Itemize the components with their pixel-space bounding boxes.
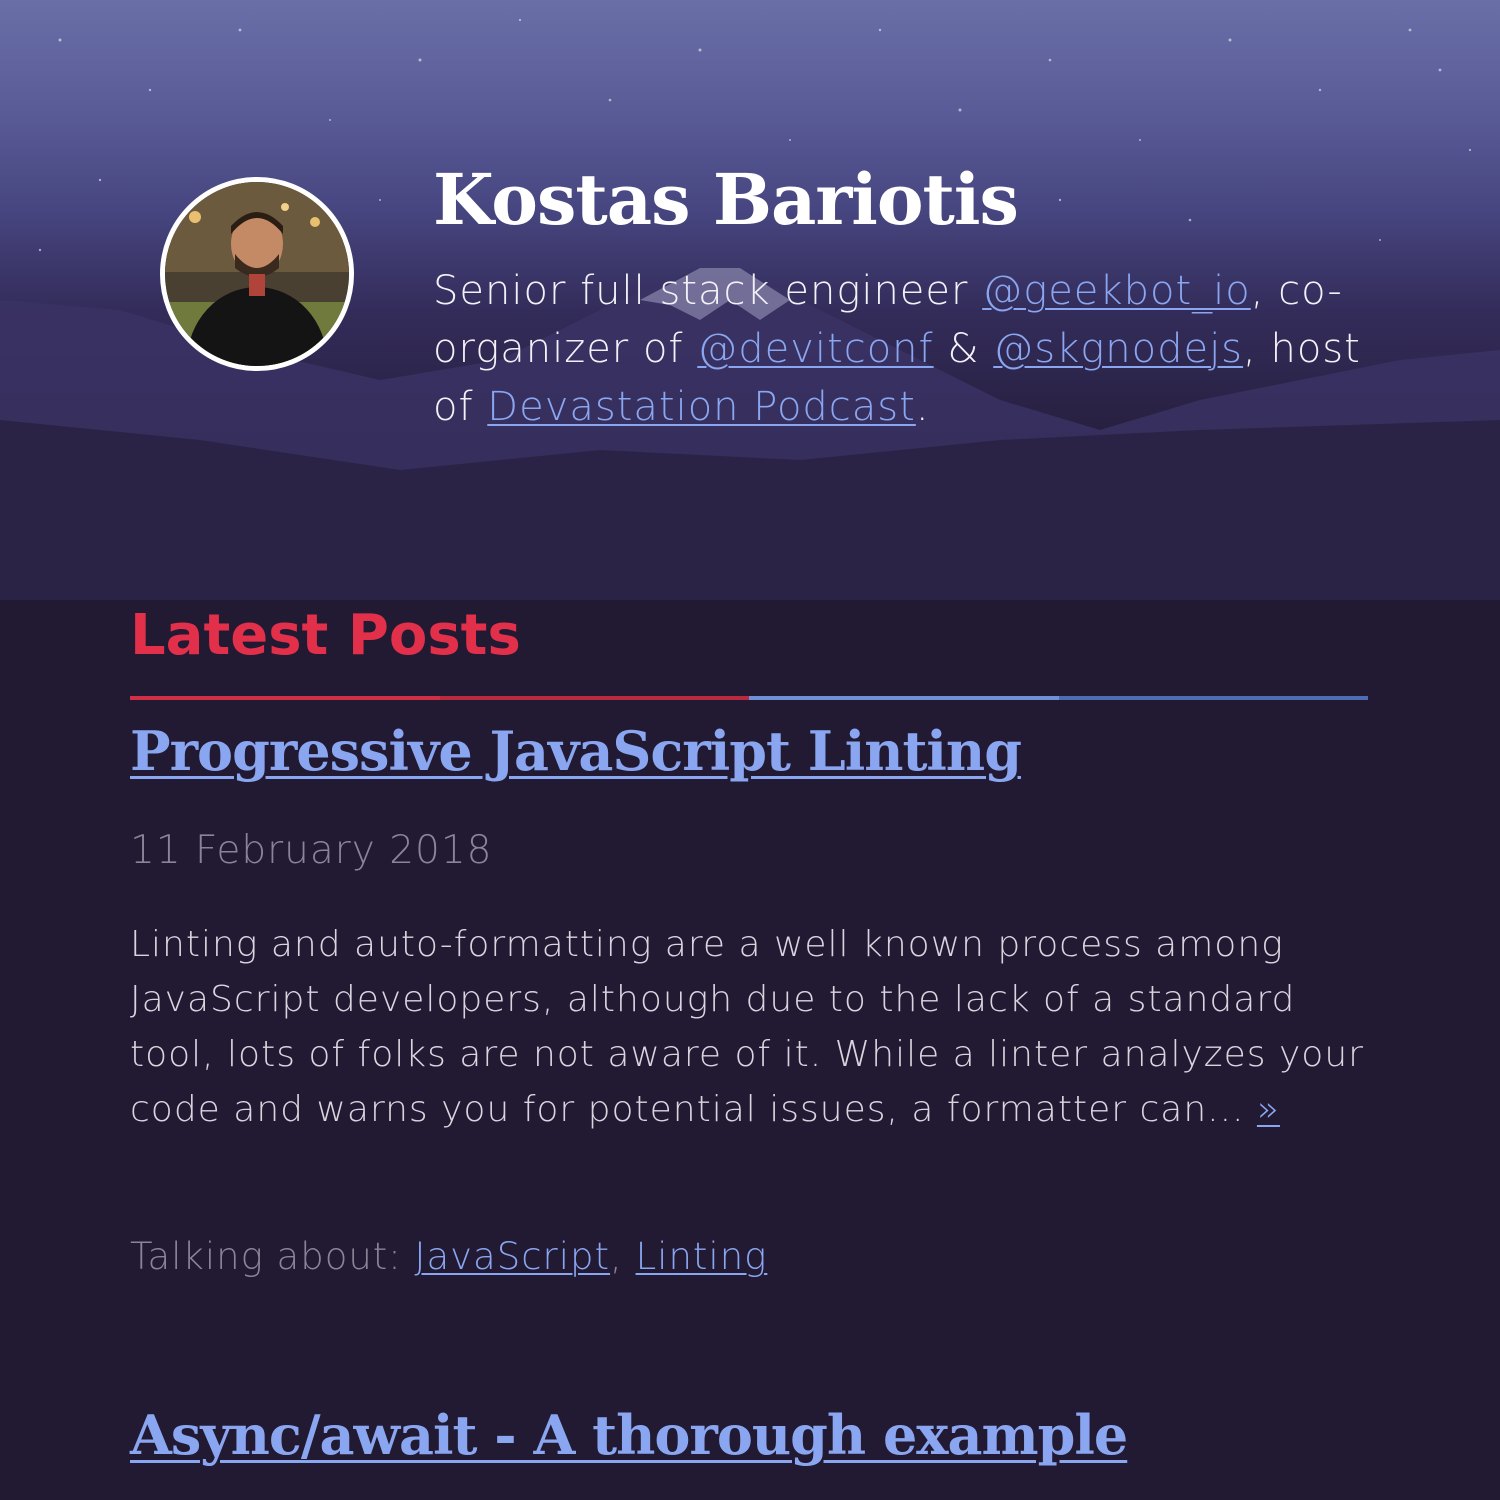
tag-link-linting[interactable]: Linting xyxy=(636,1235,768,1278)
section-title: Latest Posts xyxy=(130,603,521,668)
post-title-link[interactable]: Progressive JavaScript Linting xyxy=(130,719,1022,783)
devitconf-link[interactable]: @devitconf xyxy=(697,326,933,372)
bio-text: & xyxy=(933,326,994,372)
skgnodejs-link[interactable]: @skgnodejs xyxy=(993,326,1243,372)
tag-link-javascript[interactable]: JavaScript xyxy=(415,1235,610,1278)
tag-separator: , xyxy=(610,1235,636,1278)
post-title: Async/await - A thorough example xyxy=(130,1398,1128,1472)
bio-text: Senior full stack engineer xyxy=(433,268,983,314)
author-name: Kostas Bariotis xyxy=(433,158,1019,241)
divider-segment xyxy=(439,696,749,700)
section-divider xyxy=(130,696,1368,700)
tags-label: Talking about: xyxy=(130,1235,415,1278)
post-excerpt-text: Linting and auto-formatting are a well k… xyxy=(130,924,1364,1130)
post-date: 11 February 2018 xyxy=(130,828,493,873)
bio-text: . xyxy=(915,384,930,430)
geekbot-link[interactable]: @geekbot_io xyxy=(982,268,1251,314)
read-more-link[interactable]: » xyxy=(1257,1089,1280,1130)
podcast-link[interactable]: Devastation Podcast xyxy=(487,384,916,430)
divider-segment xyxy=(1058,696,1368,700)
profile-photo-icon xyxy=(165,182,349,366)
page: Kostas Bariotis Senior full stack engine… xyxy=(0,0,1500,1500)
divider-segment xyxy=(749,696,1059,700)
post-tags: Talking about: JavaScript, Linting xyxy=(130,1232,767,1282)
author-bio: Senior full stack engineer @geekbot_io, … xyxy=(433,262,1383,436)
avatar xyxy=(160,177,354,371)
post-title-link[interactable]: Async/await - A thorough example xyxy=(130,1403,1128,1467)
post-excerpt: Linting and auto-formatting are a well k… xyxy=(130,917,1370,1137)
divider-segment xyxy=(130,696,440,700)
post-title: Progressive JavaScript Linting xyxy=(130,714,1022,788)
